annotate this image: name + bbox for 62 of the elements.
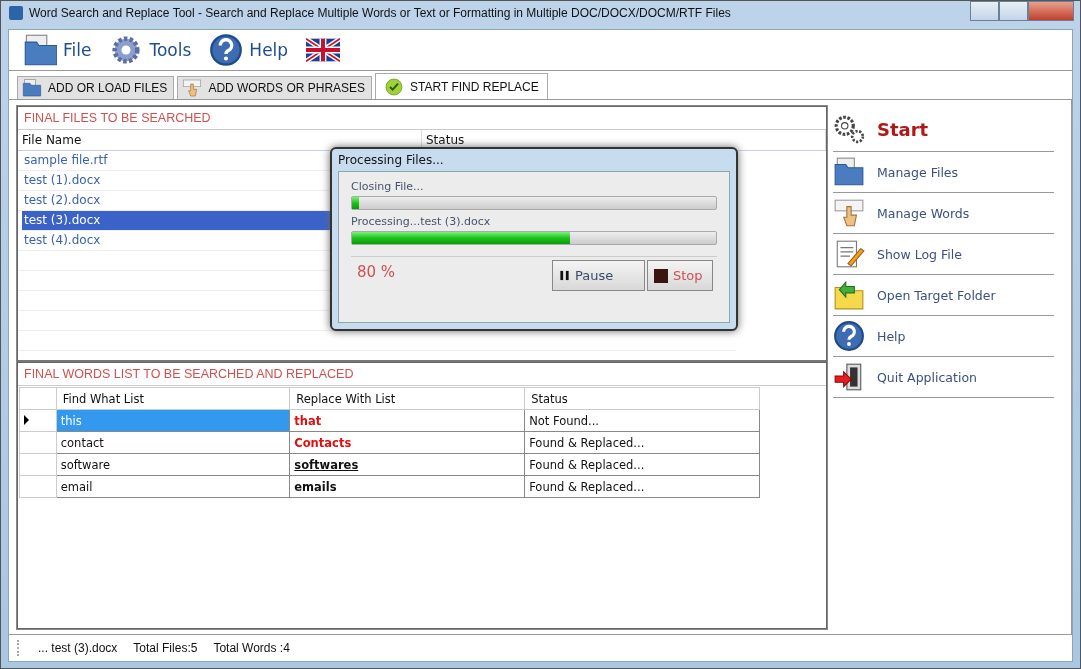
percent-text: 80 % (356, 262, 397, 283)
status-text: Total Words :4 (213, 641, 290, 655)
window-title: Word Search and Replace Tool - Search and Replace Multiple Words or Text or Formatting in Multiple DOC/DOCX/DOCM/RTF Files (29, 6, 732, 20)
help-icon (209, 33, 244, 67)
progress-label: Processing...test (3).docx (351, 215, 492, 228)
sidebar-item[interactable]: Manage Words (833, 193, 1054, 234)
progress-label: Closing File... (351, 180, 425, 193)
row-pointer-icon (24, 414, 29, 425)
table-cell: Not Found... (524, 409, 760, 432)
keyboard-hand-icon (833, 197, 865, 229)
folder-icon (833, 156, 865, 188)
pause-button[interactable]: Pause (552, 260, 645, 291)
check-icon (384, 76, 405, 97)
keyboard-hand-icon (182, 78, 203, 98)
table-cell: emails (289, 475, 525, 498)
tab[interactable]: ADD OR LOAD FILES (17, 76, 175, 99)
dialog-title: Processing Files... (337, 152, 445, 169)
panel-title: FINAL WORDS LIST TO BE SEARCHED AND REPLACED (18, 363, 826, 386)
table-cell: Contacts (289, 431, 525, 454)
stop-button[interactable]: Stop (647, 260, 713, 291)
row-header-cell[interactable] (19, 431, 57, 454)
sidebar-item[interactable]: Quit Application (833, 357, 1054, 398)
table-cell: contact (56, 431, 290, 454)
folder-arrow-icon (833, 279, 865, 311)
app-icon (9, 6, 23, 20)
menu-item[interactable]: Help (209, 33, 289, 67)
sidebar-item[interactable]: Help (833, 316, 1054, 357)
table-cell: email (56, 475, 290, 498)
sidebar-item[interactable]: Manage Files (833, 152, 1054, 193)
tab[interactable]: START FIND REPLACE (375, 73, 548, 99)
panel-title: FINAL FILES TO BE SEARCHED (18, 107, 826, 130)
table-cell: softwares (289, 453, 525, 476)
row-header-cell[interactable] (19, 453, 57, 476)
stop-icon (654, 268, 668, 283)
sidebar-item[interactable]: Show Log File (833, 234, 1054, 275)
table-cell: that (289, 409, 525, 432)
folder-icon (22, 78, 42, 98)
table-cell: software (56, 453, 290, 476)
status-text: ... test (3).docx (38, 641, 118, 655)
maximize-button[interactable] (999, 1, 1028, 21)
menu-item[interactable]: File (23, 33, 92, 67)
minimize-button[interactable] (970, 1, 999, 21)
table-cell: Found & Replaced... (524, 453, 760, 476)
table-cell: Found & Replaced... (524, 431, 760, 454)
column-header: Replace With List (289, 387, 525, 410)
gears-icon (833, 113, 865, 145)
close-button[interactable] (1028, 1, 1074, 21)
column-header: Status (524, 387, 760, 410)
status-text: Total Files:5 (133, 641, 198, 655)
row-header-cell (19, 387, 57, 410)
tab[interactable]: ADD WORDS OR PHRASES (177, 76, 373, 99)
row-header-cell[interactable] (19, 409, 57, 432)
table-cell: this (56, 409, 290, 432)
menu-item[interactable]: Tools (109, 33, 192, 67)
folder-icon (23, 33, 57, 67)
pause-icon (559, 270, 570, 281)
table-cell: Found & Replaced... (524, 475, 760, 498)
sidebar-item[interactable]: Start (833, 107, 1054, 152)
column-header: Find What List (56, 387, 290, 410)
row-header-cell[interactable] (19, 475, 57, 498)
help-icon (833, 320, 865, 352)
sidebar-item[interactable]: Open Target Folder (833, 275, 1054, 316)
